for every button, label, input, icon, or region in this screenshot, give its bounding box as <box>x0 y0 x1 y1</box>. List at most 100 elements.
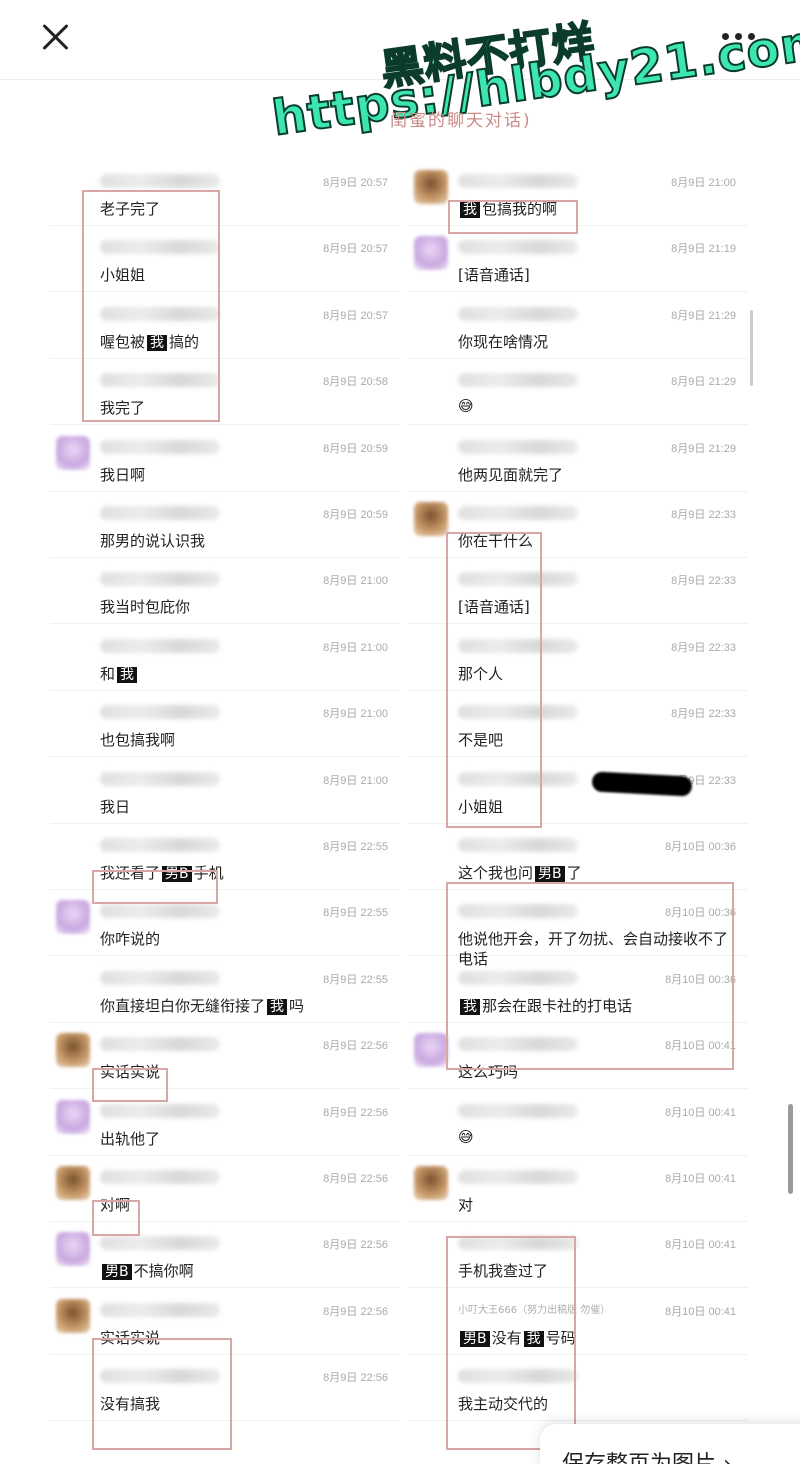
avatar[interactable] <box>56 435 90 470</box>
message-time: 8月9日 20:59 <box>323 509 388 521</box>
sender-name-blurred <box>100 904 220 919</box>
highlight-box <box>446 1236 576 1450</box>
highlight-box <box>446 882 734 1070</box>
message-time: 8月9日 20:57 <box>323 309 388 322</box>
close-icon[interactable] <box>34 16 78 60</box>
avatar[interactable] <box>414 236 448 271</box>
save-button-label: 保存整页为图片 › <box>562 1446 732 1464</box>
avatar[interactable] <box>56 1099 90 1134</box>
chat-message[interactable]: 8月9日 21:00 我当时包庇你 <box>50 558 400 625</box>
avatar[interactable] <box>414 1166 448 1200</box>
chat-message[interactable]: 8月9日 22:55 你直接坦白你无缝衔接了我吗 <box>50 957 400 1023</box>
sender-name-blurred <box>458 1170 578 1184</box>
message-time: 8月9日 22:56 <box>323 1040 388 1053</box>
highlight-box <box>92 1068 168 1102</box>
sender-name-blurred <box>458 306 578 321</box>
message-text: 他两见面就完了 <box>458 465 564 484</box>
chat-message[interactable]: 8月10日 00:41 对 <box>408 1156 748 1222</box>
chat-message[interactable]: 8月9日 20:59 我日啊 <box>50 426 400 492</box>
chat-message[interactable]: 8月10日 00:41 😅 <box>408 1090 748 1156</box>
message-text: 男B 不搞你啊 <box>100 1260 194 1281</box>
message-text: 你直接坦白你无缝衔接了我吗 <box>100 995 304 1016</box>
message-text: 那男的说认识我 <box>100 532 206 550</box>
message-time: 8月9日 22:56 <box>323 1305 388 1318</box>
message-text-part: 你直接坦白你无缝衔接了 <box>100 996 266 1015</box>
message-text: 和我 <box>100 663 139 684</box>
avatar[interactable] <box>56 900 90 935</box>
sender-name-blurred <box>100 1236 220 1251</box>
message-time: 8月9日 21:00 <box>323 641 388 654</box>
message-time: 8月9日 20:59 <box>323 442 388 455</box>
message-text: 😅 <box>458 397 474 416</box>
sender-name-blurred <box>100 174 220 188</box>
message-time: 8月9日 22:33 <box>671 509 736 521</box>
message-text: 我当时包庇你 <box>100 598 191 617</box>
chat-message[interactable]: 8月9日 20:59 那男的说认识我 <box>50 492 400 558</box>
message-time: 8月10日 00:41 <box>665 1106 736 1119</box>
message-text: 你咋说的 <box>100 930 161 949</box>
message-text-part: 不搞你啊 <box>133 1262 194 1281</box>
chat-message[interactable]: 8月9日 21:19 [语音通话] <box>408 226 748 293</box>
message-time: 8月9日 22:55 <box>323 973 388 986</box>
message-text: 对 <box>458 1196 474 1214</box>
sender-name-blurred <box>458 1103 578 1118</box>
inner-scrollbar <box>750 310 753 386</box>
message-time: 8月9日 21:00 <box>323 708 388 721</box>
message-time: 8月9日 22:56 <box>323 1173 388 1185</box>
highlight-box <box>92 1200 140 1236</box>
sender-name-blurred <box>100 439 220 454</box>
avatar[interactable] <box>56 1232 90 1267</box>
message-text: 我日啊 <box>100 465 146 484</box>
message-time: 8月9日 22:33 <box>671 641 736 654</box>
avatar[interactable] <box>414 1033 448 1068</box>
save-page-as-image-button[interactable]: 保存整页为图片 › <box>540 1424 800 1464</box>
message-time: 8月10日 00:36 <box>665 841 736 853</box>
message-time: 8月9日 22:56 <box>323 1239 388 1252</box>
message-text: 出轨他了 <box>100 1129 161 1148</box>
chat-message[interactable]: 8月9日 21:29 你现在啥情况 <box>408 293 748 359</box>
sender-name-blurred <box>100 771 220 786</box>
chat-message[interactable]: 8月9日 21:29 他两见面就完了 <box>408 426 748 492</box>
message-time: 8月9日 22:33 <box>671 708 736 721</box>
highlight-box <box>446 532 542 828</box>
avatar[interactable] <box>56 1033 90 1068</box>
message-time: 8月9日 21:29 <box>671 442 736 455</box>
sender-name-blurred <box>100 572 220 587</box>
chat-message[interactable]: 8月9日 21:29 😅 <box>408 359 748 426</box>
chat-message[interactable]: 8月9日 21:00 我日 <box>50 758 400 824</box>
message-time: 8月9日 22:55 <box>323 841 388 853</box>
message-time: 8月9日 22:55 <box>323 907 388 920</box>
sender-name-blurred <box>458 439 578 454</box>
message-text: 这个我也问 男B 了 <box>458 862 582 883</box>
redacted-name-tag: 男B <box>535 866 565 882</box>
redacted-name-tag: 我 <box>267 998 288 1015</box>
avatar[interactable] <box>414 502 448 536</box>
message-time: 8月9日 21:29 <box>671 309 736 322</box>
avatar[interactable] <box>414 170 448 204</box>
message-time: 8月9日 21:00 <box>671 177 736 189</box>
message-time: 8月10日 00:41 <box>665 1173 736 1185</box>
chat-message[interactable]: 8月9日 21:00 也包搞我啊 <box>50 691 400 758</box>
highlight-box <box>92 870 218 904</box>
chat-message[interactable]: 8月9日 21:00 和我 <box>50 625 400 691</box>
message-text: [语音通话] <box>458 266 530 285</box>
message-time: 8月9日 20:57 <box>323 243 388 256</box>
page-scrollbar[interactable] <box>788 1104 793 1194</box>
sender-name-blurred <box>458 174 578 188</box>
sender-name-blurred <box>100 638 220 653</box>
message-time: 8月9日 20:57 <box>323 177 388 189</box>
message-time: 8月9日 21:00 <box>323 774 388 787</box>
highlight-box <box>448 200 578 234</box>
message-time: 8月10日 00:41 <box>665 1239 736 1252</box>
message-time: 8月9日 20:58 <box>323 376 388 389</box>
message-text: 我日 <box>100 797 131 816</box>
avatar[interactable] <box>56 1298 90 1333</box>
sender-name-blurred <box>458 373 578 388</box>
sender-name-blurred <box>100 506 220 520</box>
chat-message[interactable]: 8月10日 00:36 这个我也问 男B 了 <box>408 824 748 890</box>
sender-name-blurred <box>100 970 220 985</box>
message-time: 8月9日 22:56 <box>323 1372 388 1385</box>
message-time: 8月9日 21:29 <box>671 376 736 389</box>
page-subtitle: 闺蜜的聊天对话) <box>390 111 532 131</box>
avatar[interactable] <box>56 1166 90 1200</box>
